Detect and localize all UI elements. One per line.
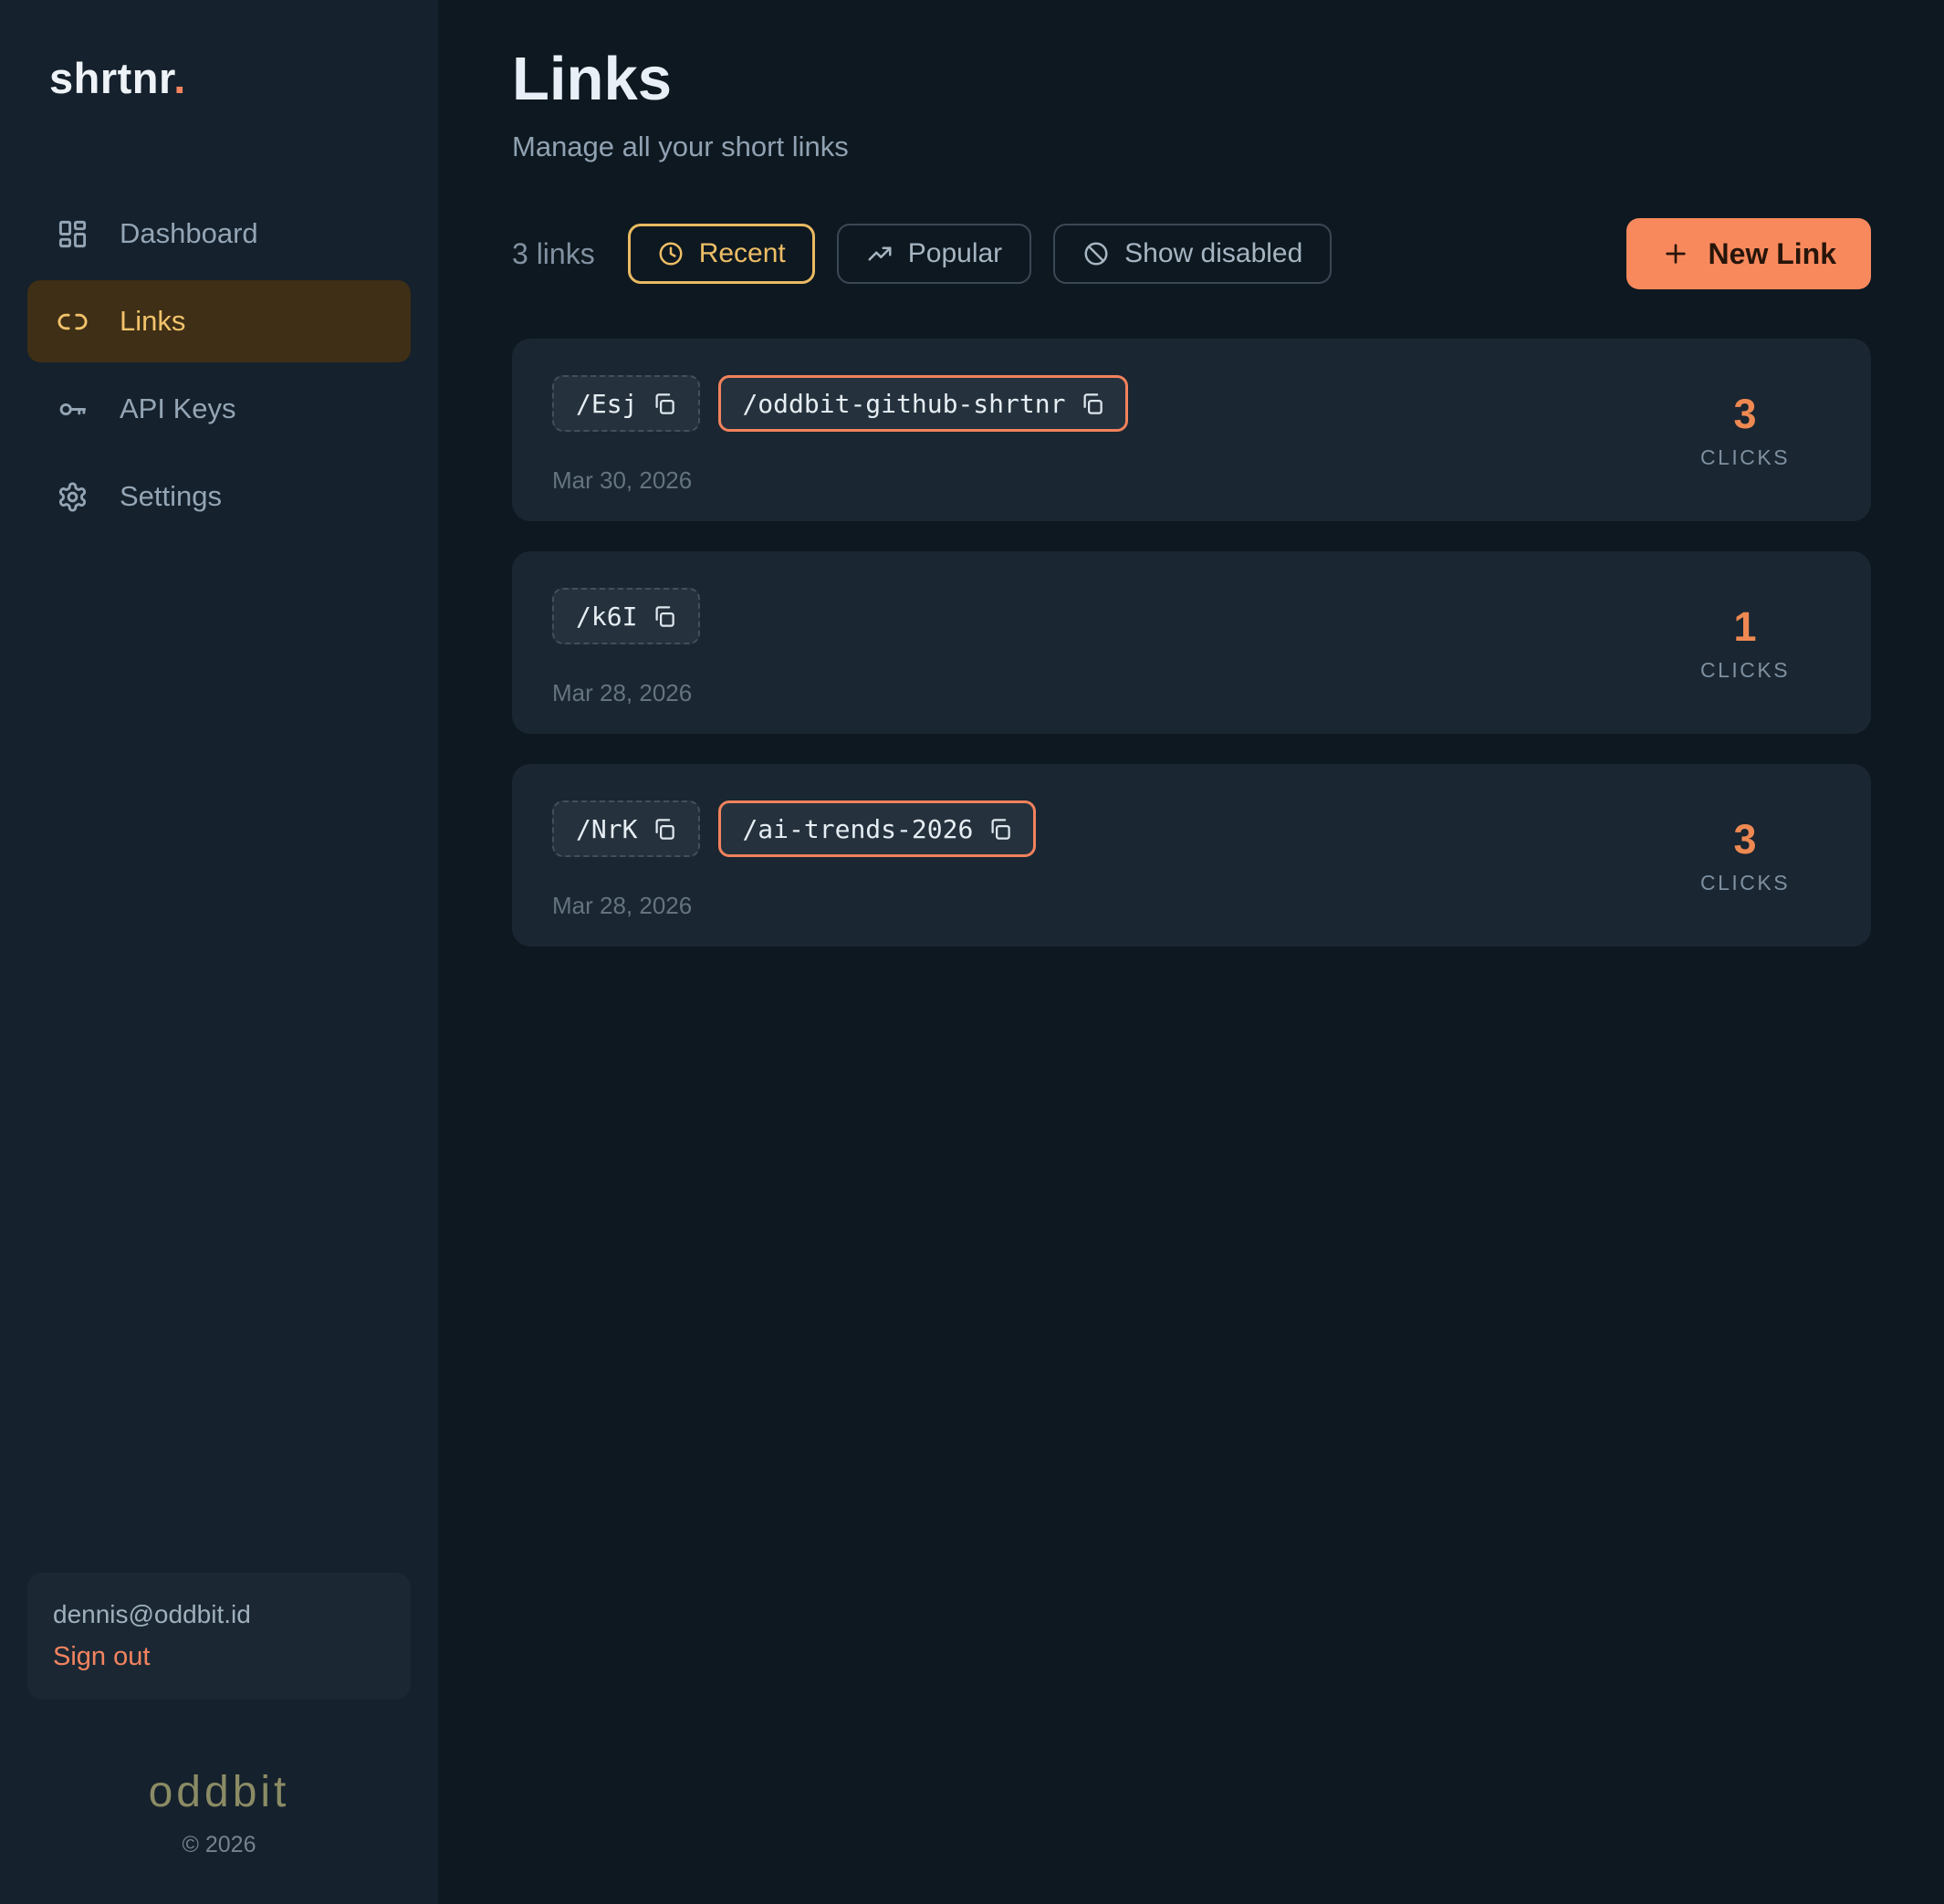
clicks-label: CLICKS (1700, 445, 1790, 470)
created-date: Mar 28, 2026 (552, 892, 1672, 920)
links-count: 3 links (512, 237, 595, 271)
filter-popular-button[interactable]: Popular (837, 224, 1031, 284)
gear-icon (57, 481, 89, 513)
copy-icon[interactable] (652, 392, 676, 416)
chip-row: /Esj /oddbit-github-shrtnr (552, 375, 1672, 432)
main-content: Links Manage all your short links 3 link… (438, 0, 1944, 1904)
clicks-label: CLICKS (1700, 871, 1790, 895)
alias-text: /oddbit-github-shrtnr (742, 389, 1065, 419)
clicks-count: 3 (1733, 816, 1756, 863)
link-card: /NrK /ai-trends-2026 https://odd (512, 764, 1871, 947)
logo-text: shrtnr (49, 54, 173, 102)
clicks-count: 3 (1733, 391, 1756, 438)
sidebar-item-settings[interactable]: Settings (27, 455, 411, 538)
sign-out-link[interactable]: Sign out (53, 1642, 150, 1672)
link-card-details: /NrK /ai-trends-2026 https://odd (552, 800, 1672, 910)
sidebar-bottom: dennis@oddbit.id Sign out oddbit © 2026 (27, 1573, 411, 1858)
sidebar-nav: Dashboard Links API Keys Settings (27, 193, 411, 538)
chip-row: /k6I (552, 588, 1672, 644)
link-card: /Esj /oddbit-github-shrtnr https (512, 339, 1871, 521)
logo-dot: . (173, 54, 186, 102)
sidebar-item-label: Dashboard (120, 217, 258, 250)
page-subtitle: Manage all your short links (512, 131, 1871, 163)
new-link-label: New Link (1709, 237, 1836, 271)
clicks-label: CLICKS (1700, 658, 1790, 683)
link-card-details: /k6I https://medium.com/evenbit/most-tea… (552, 588, 1672, 697)
clicks-block: 1 CLICKS (1672, 588, 1818, 697)
alias-chip[interactable]: /ai-trends-2026 (718, 800, 1036, 857)
copyright: © 2026 (27, 1832, 411, 1858)
plus-icon (1661, 239, 1690, 268)
copy-icon[interactable] (652, 817, 676, 842)
sidebar-item-links[interactable]: Links (27, 280, 411, 362)
filter-label: Recent (699, 238, 786, 269)
ban-icon (1082, 240, 1110, 267)
slug-text: /Esj (576, 389, 637, 419)
clicks-block: 3 CLICKS (1672, 375, 1818, 485)
sidebar-item-label: Settings (120, 480, 222, 513)
app-logo: shrtnr. (27, 53, 411, 103)
chip-row: /NrK /ai-trends-2026 (552, 800, 1672, 857)
app-root: shrtnr. Dashboard Links API Keys (0, 0, 1944, 1904)
copy-icon[interactable] (988, 817, 1012, 842)
alias-chip[interactable]: /oddbit-github-shrtnr (718, 375, 1128, 432)
created-date: Mar 28, 2026 (552, 679, 1672, 707)
clicks-count: 1 (1733, 603, 1756, 651)
sidebar-item-label: API Keys (120, 392, 236, 425)
slug-text: /k6I (576, 602, 637, 632)
sidebar-item-dashboard[interactable]: Dashboard (27, 193, 411, 275)
trending-up-icon (866, 240, 894, 267)
toolbar: 3 links Recent Popular Show disabled (512, 218, 1871, 289)
sidebar-item-api-keys[interactable]: API Keys (27, 368, 411, 450)
clicks-block: 3 CLICKS (1672, 800, 1818, 910)
sidebar-item-label: Links (120, 305, 185, 338)
user-card: dennis@oddbit.id Sign out (27, 1573, 411, 1700)
filter-label: Show disabled (1124, 238, 1302, 269)
dashboard-icon (57, 218, 89, 250)
slug-chip[interactable]: /NrK (552, 800, 700, 857)
sidebar: shrtnr. Dashboard Links API Keys (0, 0, 438, 1904)
links-list: /Esj /oddbit-github-shrtnr https (512, 339, 1871, 947)
page-title: Links (512, 44, 1871, 114)
new-link-button[interactable]: New Link (1626, 218, 1871, 289)
link-card: /k6I https://medium.com/evenbit/most-tea… (512, 551, 1871, 734)
copy-icon[interactable] (652, 604, 676, 629)
created-date: Mar 30, 2026 (552, 466, 1672, 495)
key-icon (57, 393, 89, 425)
copy-icon[interactable] (1080, 392, 1104, 416)
alias-text: /ai-trends-2026 (742, 814, 973, 844)
oddbit-logo: oddbit (27, 1767, 411, 1817)
slug-text: /NrK (576, 814, 637, 844)
filter-recent-button[interactable]: Recent (628, 224, 815, 284)
filter-show-disabled-button[interactable]: Show disabled (1053, 224, 1332, 284)
user-email: dennis@oddbit.id (53, 1600, 385, 1629)
filter-label: Popular (908, 238, 1002, 269)
clock-icon (657, 240, 685, 267)
slug-chip[interactable]: /k6I (552, 588, 700, 644)
slug-chip[interactable]: /Esj (552, 375, 700, 432)
link-icon (57, 306, 89, 338)
link-card-details: /Esj /oddbit-github-shrtnr https (552, 375, 1672, 485)
